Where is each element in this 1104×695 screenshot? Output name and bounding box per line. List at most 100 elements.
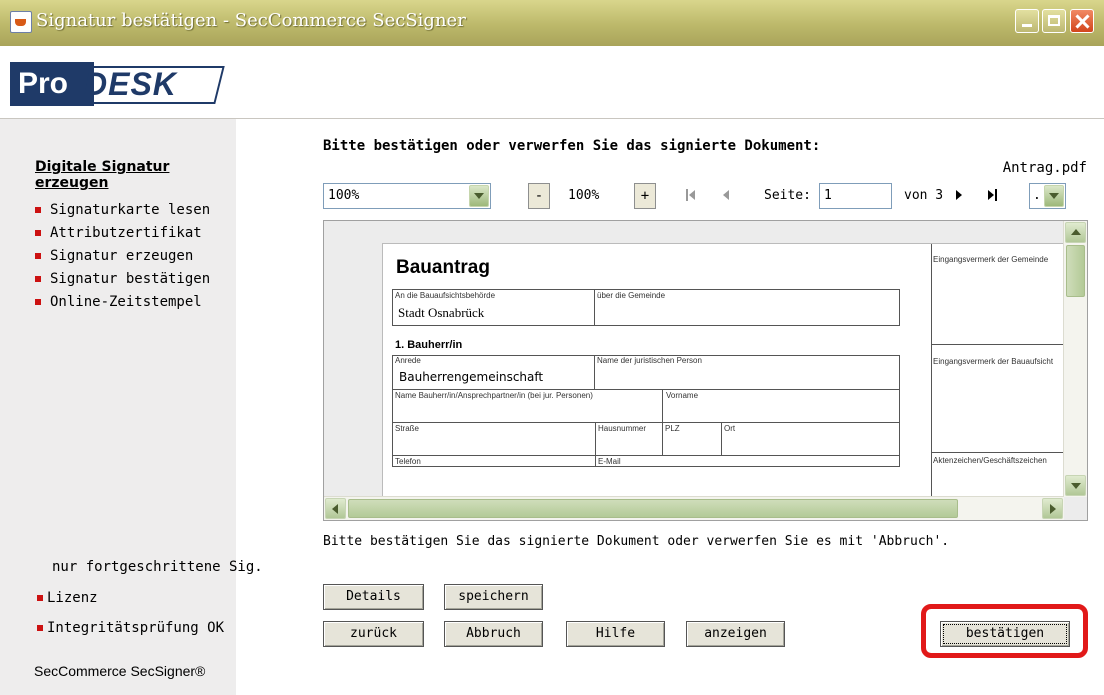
legal-person-label: Name der juristischen Person (597, 356, 702, 365)
zip-label: PLZ (665, 424, 680, 433)
stamp-municipality-label: Eingangsvermerk der Gemeinde (933, 255, 1049, 264)
bullet-icon (35, 253, 41, 259)
view-mode-select[interactable]: . (1029, 183, 1066, 209)
minimize-button[interactable] (1015, 9, 1039, 33)
scroll-left-icon[interactable] (325, 498, 346, 519)
scroll-up-icon[interactable] (1065, 222, 1086, 243)
document-viewer[interactable]: Bauantrag Eingangsvermerk der Gemeinde E… (323, 220, 1088, 521)
page-area: Bauantrag Eingangsvermerk der Gemeinde E… (324, 221, 1064, 497)
salutation-label: Anrede (395, 356, 421, 365)
logo-pro-text: Pro (10, 62, 94, 106)
signature-level-note: nur fortgeschrittene Sig. (52, 559, 263, 575)
street-label: Straße (395, 424, 420, 433)
show-button[interactable]: anzeigen (686, 621, 785, 647)
details-button[interactable]: Details (323, 584, 424, 610)
bullet-icon (35, 207, 41, 213)
document-filename: Antrag.pdf (1002, 160, 1087, 176)
row-divider (392, 389, 900, 390)
bullet-icon (35, 299, 41, 305)
cell-divider (721, 422, 722, 455)
view-mode-value: . (1033, 188, 1041, 203)
confirm-prompt: Bitte bestätigen oder verwerfen Sie das … (323, 138, 821, 154)
step-item: Signatur erzeugen (35, 245, 210, 268)
fileref-label: Aktenzeichen/Geschäftszeichen (933, 456, 1047, 465)
page-count-label: von 3 (904, 188, 944, 203)
stamp-divider (931, 452, 1064, 453)
sidebar: Digitale Signatur erzeugen Signaturkarte… (0, 119, 263, 695)
horizontal-scroll-thumb[interactable] (348, 499, 958, 518)
java-cup-icon (10, 11, 32, 33)
cell-divider (594, 355, 595, 389)
page-label: Seite: (764, 188, 811, 203)
step-label: Attributzertifikat (50, 225, 202, 241)
header: Pro DESK (0, 46, 1104, 119)
cell-divider (662, 389, 663, 455)
integrity-label: Integritätsprüfung OK (47, 620, 225, 636)
section-bauherr: 1. Bauherr/in (395, 339, 463, 351)
zoom-value: 100% (568, 188, 600, 203)
maximize-button[interactable] (1042, 9, 1066, 33)
zoom-out-button[interactable]: - (528, 183, 550, 209)
housenr-label: Hausnummer (598, 424, 647, 433)
name-label: Name Bauherr/in/Ansprechpartner/in (bei … (395, 391, 593, 400)
license-link[interactable]: Lizenz (37, 590, 98, 606)
chevron-down-icon[interactable] (1044, 185, 1064, 207)
chevron-down-icon[interactable] (469, 185, 489, 207)
sidebar-heading: Digitale Signatur erzeugen (35, 159, 170, 191)
zoom-select[interactable]: 100% (323, 183, 491, 209)
document-title: Bauantrag (396, 257, 490, 278)
municipality-label: über die Gemeinde (597, 291, 666, 300)
bullet-icon (37, 625, 43, 631)
horizontal-scrollbar[interactable] (324, 496, 1064, 520)
back-button[interactable]: zurück (323, 621, 424, 647)
bullet-icon (35, 276, 41, 282)
license-label: Lizenz (47, 590, 98, 606)
firstname-label: Vorname (666, 391, 699, 400)
step-item: Signaturkarte lesen (35, 199, 210, 222)
city-label: Ort (724, 424, 736, 433)
authority-label: An die Bauaufsichtsbehörde (395, 291, 496, 300)
cell-divider (594, 289, 595, 326)
step-label: Signatur bestätigen (50, 271, 211, 287)
row-divider (392, 422, 900, 423)
cell-divider (595, 422, 596, 467)
viewer-toolbar: 100% - 100% + Seite: 1 von 3 . (323, 183, 1088, 210)
row-divider (392, 455, 900, 456)
save-button[interactable]: speichern (444, 584, 543, 610)
logo-desk-text: DESK (84, 66, 177, 102)
step-item: Signatur bestätigen (35, 268, 210, 291)
help-button[interactable]: Hilfe (566, 621, 665, 647)
close-button[interactable] (1070, 9, 1094, 33)
confirm-highlight-frame (921, 604, 1088, 658)
step-label: Online-Zeitstempel (50, 294, 202, 310)
scroll-down-icon[interactable] (1065, 475, 1086, 496)
stamp-authority-label: Eingangsvermerk der Bauaufsicht (933, 357, 1054, 366)
scroll-corner (1064, 497, 1087, 520)
integrity-status: Integritätsprüfung OK (37, 620, 224, 636)
cancel-button[interactable]: Abbruch (444, 621, 543, 647)
step-item: Online-Zeitstempel (35, 291, 210, 314)
step-label: Signaturkarte lesen (50, 202, 211, 218)
window-titlebar[interactable]: Signatur bestätigen - SecCommerce SecSig… (0, 0, 1104, 46)
bullet-icon (37, 595, 43, 601)
page-number-input[interactable]: 1 (819, 183, 892, 209)
authority-value: Stadt Osnabrück (398, 305, 485, 320)
bullet-icon (35, 230, 41, 236)
zoom-in-button[interactable]: + (634, 183, 656, 209)
salutation-value: Bauherrengemeinschaft (399, 370, 544, 384)
step-list: Signaturkarte lesen Attributzertifikat S… (35, 199, 210, 314)
step-item: Attributzertifikat (35, 222, 210, 245)
vertical-scroll-thumb[interactable] (1066, 245, 1085, 297)
instruction-text: Bitte bestätigen Sie das signierte Dokum… (323, 534, 950, 549)
phone-label: Telefon (395, 457, 421, 466)
pdf-page: Bauantrag Eingangsvermerk der Gemeinde E… (382, 243, 1064, 497)
step-label: Signatur erzeugen (50, 248, 194, 264)
stamp-divider (931, 344, 1064, 345)
scroll-right-icon[interactable] (1042, 498, 1063, 519)
prodesk-logo: Pro DESK (10, 62, 225, 106)
vertical-scrollbar[interactable] (1063, 221, 1087, 497)
email-label: E-Mail (598, 457, 621, 466)
brand-label: SecCommerce SecSigner® (34, 663, 206, 679)
window-title: Signatur bestätigen - SecCommerce SecSig… (36, 10, 466, 31)
zoom-select-value: 100% (328, 188, 360, 203)
